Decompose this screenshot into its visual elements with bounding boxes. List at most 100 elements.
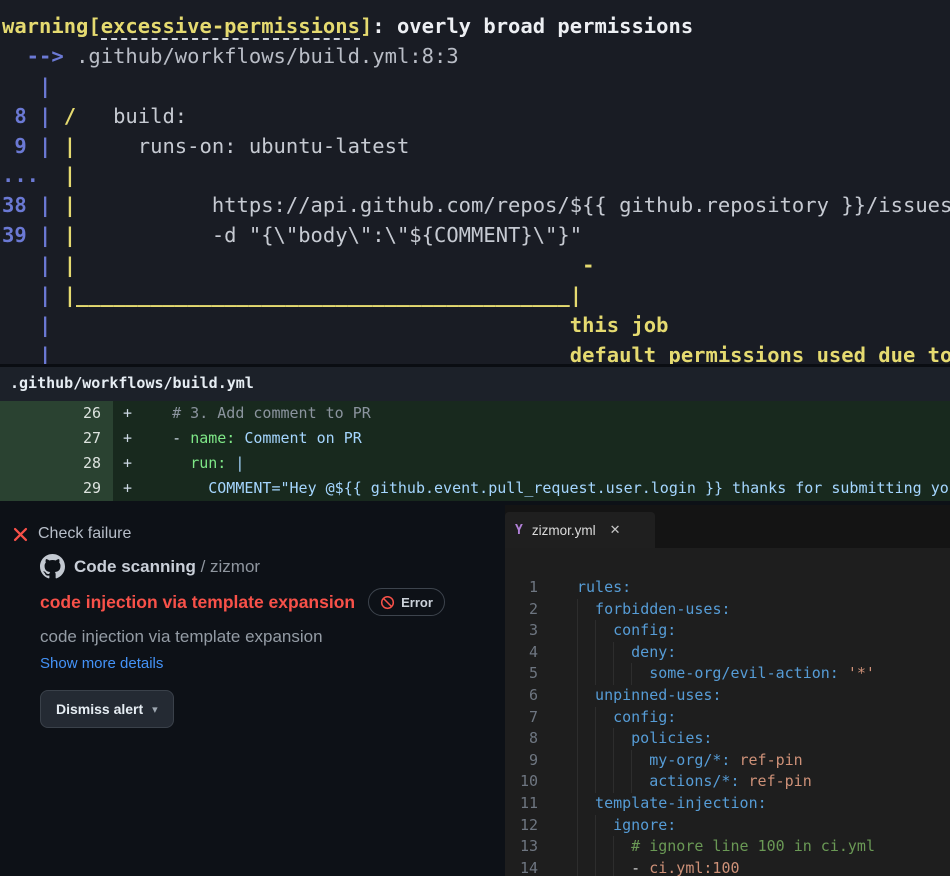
terminal-line: 39 | | -d "{\"body\":\"${COMMENT}\"}" [2,221,950,251]
indent-guide [613,771,631,793]
indent-guide [595,858,613,876]
indent-guide [595,707,613,729]
editor-line-number: 13 [505,836,538,858]
check-failure-title: Check failure [38,525,131,543]
indent-guide [613,836,631,858]
terminal-line: 9 | | runs-on: ubuntu-latest [2,132,950,162]
circle-slash-icon [380,595,395,610]
indent-guide [577,685,595,707]
diff-row: 28+ run: | [0,451,950,476]
indent-guide [595,620,613,642]
editor-code-line: 10actions/*: ref-pin [505,771,950,793]
terminal-line: | [2,72,950,102]
check-failure-x-icon [13,527,28,542]
yaml-file-icon: Y [515,523,523,538]
indent-guide [577,599,595,621]
terminal-line: | |_____________________________________… [2,281,950,311]
terminal-output: warning[excessive-permissions]: overly b… [0,0,950,364]
dismiss-alert-button[interactable]: Dismiss alert ▾ [40,690,174,728]
terminal-line: | | - [2,251,950,281]
editor-code-line: 11template-injection: [505,793,950,815]
tab-close-icon[interactable]: ✕ [610,522,621,538]
terminal-line: 8 | / build: [2,102,950,132]
diff-line-number: 27 [0,426,113,451]
diff-line-number: 28 [0,451,113,476]
editor-line-number: 1 [505,577,538,599]
terminal-line: --> .github/workflows/build.yml:8:3 [2,42,950,72]
code-scanning-row: Code scanning / zizmor [40,554,260,579]
editor-code-line: 14- ci.yml:100 [505,858,950,876]
editor-line-number: 9 [505,750,538,772]
editor-code-line: 13# ignore line 100 in ci.yml [505,836,950,858]
diff-row: 29+ COMMENT="Hey @${{ github.event.pull_… [0,476,950,501]
editor-code-line: 2forbidden-uses: [505,599,950,621]
editor-code-area[interactable]: 1rules:2forbidden-uses:3config:4deny:5so… [505,548,950,876]
diff-panel: .github/workflows/build.yml 26+ # 3. Add… [0,364,950,501]
terminal-panel: warning[excessive-permissions]: overly b… [0,0,950,364]
diff-add-marker: + [123,476,136,501]
indent-guide [613,858,631,876]
indent-guide [595,815,613,837]
editor-code-line: 4deny: [505,642,950,664]
editor-line-number: 12 [505,815,538,837]
editor-tab-bar: Y zizmor.yml ✕ [505,505,950,548]
editor-code-line: 1rules: [505,577,950,599]
terminal-line: 38 | | https://api.github.com/repos/${{ … [2,191,950,221]
indent-guide [577,836,595,858]
indent-guide [595,728,613,750]
indent-guide [577,858,595,876]
indent-guide [631,771,649,793]
finding-row: code injection via template expansion Er… [40,588,445,616]
editor-code-line: 9my-org/*: ref-pin [505,750,950,772]
diff-add-marker: + [123,401,136,426]
editor-line-number: 10 [505,771,538,793]
terminal-line: warning[excessive-permissions]: overly b… [2,12,950,42]
indent-guide [595,642,613,664]
indent-guide [595,750,613,772]
editor-code-line: 7config: [505,707,950,729]
indent-guide [577,750,595,772]
indent-guide [577,815,595,837]
indent-guide [595,663,613,685]
indent-guide [577,728,595,750]
github-logo-icon [40,554,65,579]
finding-title: code injection via template expansion [40,592,355,613]
indent-guide [595,836,613,858]
indent-guide [631,750,649,772]
diff-row: 27+ - name: Comment on PR [0,426,950,451]
screenshot-root: warning[excessive-permissions]: overly b… [0,0,950,876]
indent-guide [577,793,595,815]
diff-line-number: 26 [0,401,113,426]
indent-guide [631,663,649,685]
indent-guide [595,771,613,793]
editor-code-line: 5some-org/evil-action: '*' [505,663,950,685]
editor-tab-label: zizmor.yml [532,523,596,538]
editor-code-line: 12ignore: [505,815,950,837]
editor-line-number: 3 [505,620,538,642]
indent-guide [577,771,595,793]
finding-description: code injection via template expansion [40,627,323,647]
editor-line-number: 8 [505,728,538,750]
indent-guide [613,663,631,685]
indent-guide [577,663,595,685]
chevron-down-icon: ▾ [152,703,158,716]
diff-file-header: .github/workflows/build.yml [0,364,950,401]
indent-guide [577,707,595,729]
editor-tab-zizmor-yml[interactable]: Y zizmor.yml ✕ [505,512,655,548]
diff-row: 26+ # 3. Add comment to PR [0,401,950,426]
editor-line-number: 11 [505,793,538,815]
show-more-details-link[interactable]: Show more details [40,655,163,672]
diff-line-number: 29 [0,476,113,501]
diff-add-marker: + [123,451,136,476]
editor-line-number: 6 [505,685,538,707]
diff-add-marker: + [123,426,136,451]
indent-guide [613,750,631,772]
editor-line-number: 4 [505,642,538,664]
indent-guide [577,620,595,642]
editor-panel: Y zizmor.yml ✕ 1rules:2forbidden-uses:3c… [505,505,950,876]
editor-line-number: 14 [505,858,538,876]
editor-line-number: 5 [505,663,538,685]
tool-name: Code scanning / zizmor [74,557,260,577]
indent-guide [577,642,595,664]
terminal-line: ... | [2,161,950,191]
